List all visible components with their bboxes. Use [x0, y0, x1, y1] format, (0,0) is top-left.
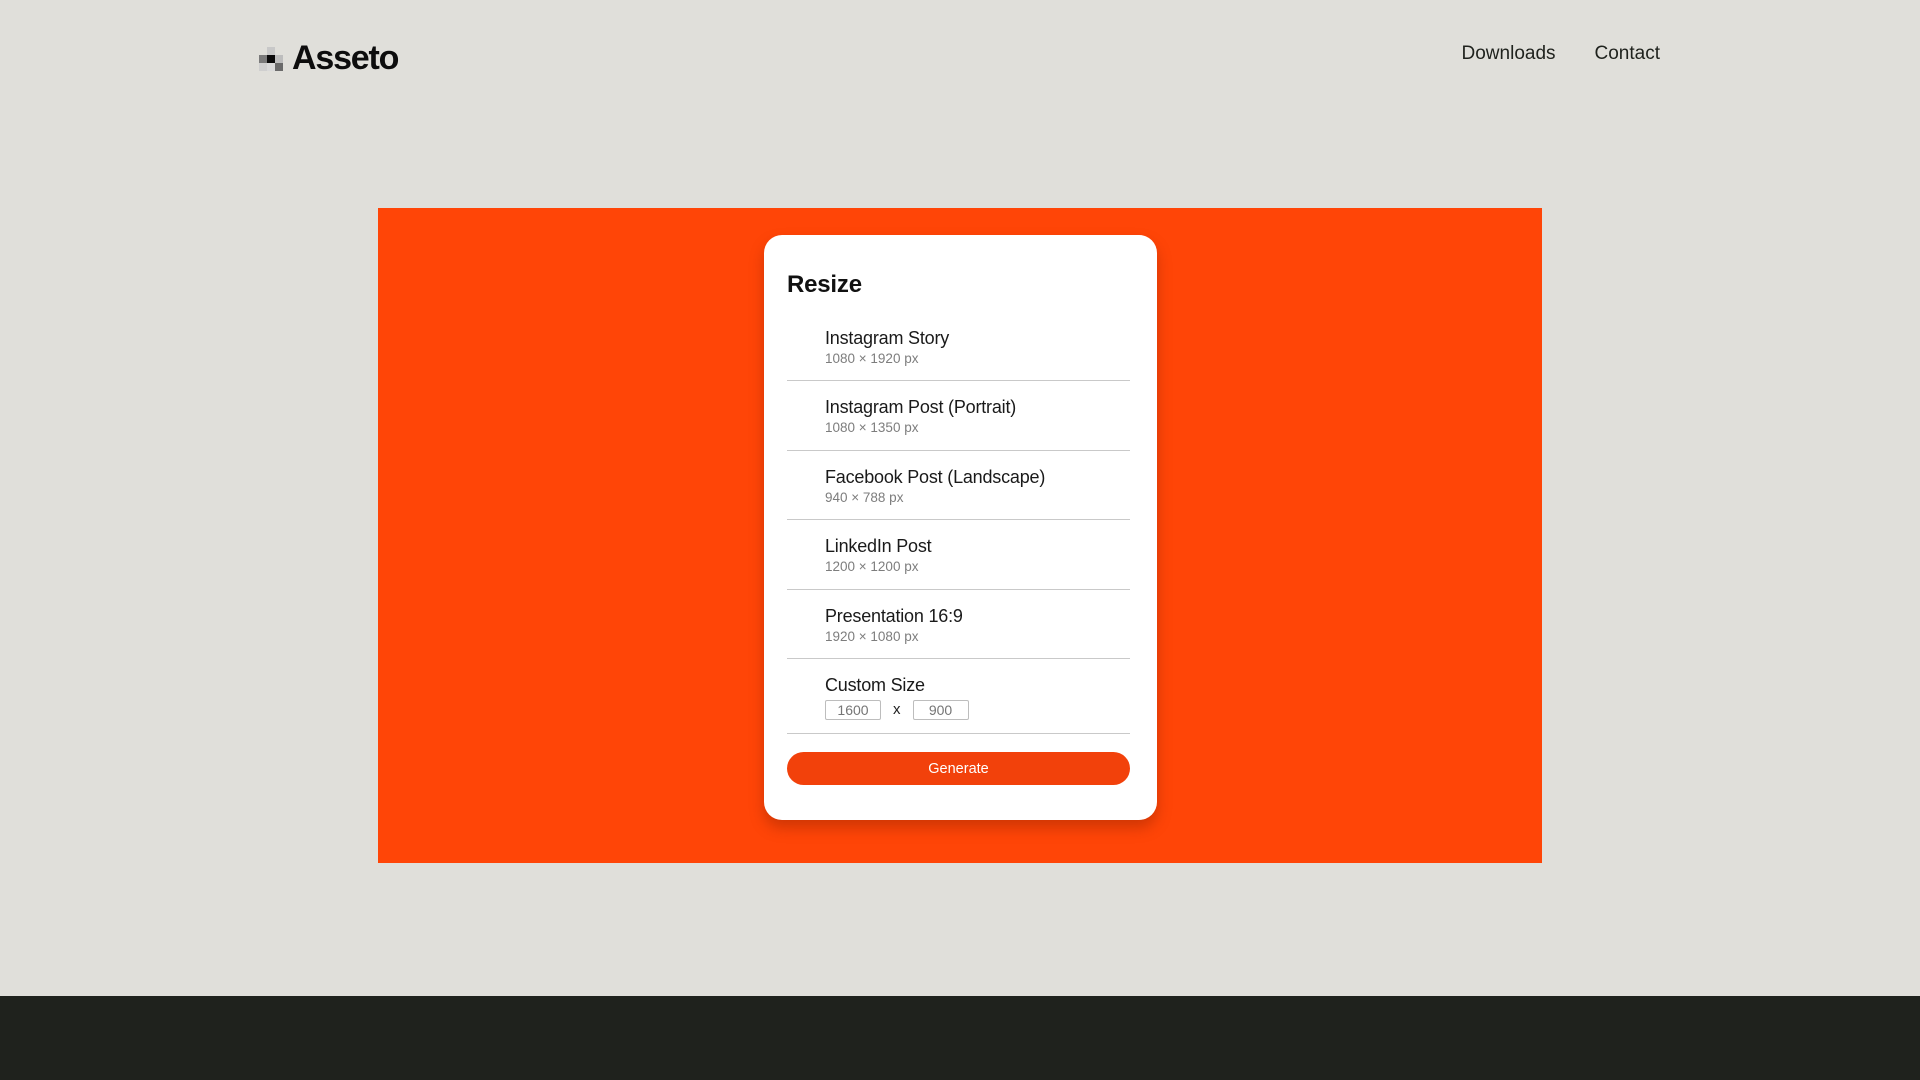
preset-size: 1080 × 1920 px: [825, 351, 919, 366]
custom-size-option[interactable]: Custom Size x: [787, 659, 1130, 734]
logo[interactable]: Asseto: [259, 39, 399, 77]
preset-option[interactable]: Instagram Story 1080 × 1920 px: [787, 312, 1130, 382]
resize-card: Resize Instagram Story 1080 × 1920 px In…: [764, 235, 1157, 820]
card-title: Resize: [787, 271, 862, 298]
pixel-logo-icon: [259, 47, 284, 72]
preset-list: Instagram Story 1080 × 1920 px Instagram…: [787, 312, 1130, 734]
site-header: Asseto Downloads Contact: [0, 0, 1920, 110]
custom-size-inputs: x: [825, 699, 1130, 720]
preset-option[interactable]: Facebook Post (Landscape) 940 × 788 px: [787, 451, 1130, 521]
generate-button[interactable]: Generate: [787, 752, 1130, 785]
preset-size: 1200 × 1200 px: [825, 559, 919, 575]
preset-label: Presentation 16:9: [825, 605, 963, 626]
preset-option[interactable]: Presentation 16:9 1920 × 1080 px: [787, 590, 1130, 659]
preset-option[interactable]: LinkedIn Post 1200 × 1200 px: [787, 520, 1130, 590]
preset-size: 940 × 788 px: [825, 489, 904, 505]
preset-label: Instagram Story: [825, 328, 950, 348]
custom-size-label: Custom Size: [825, 674, 925, 695]
preset-label: Instagram Post (Portrait): [825, 397, 1017, 418]
preset-size: 1920 × 1080 px: [825, 628, 919, 644]
preset-option[interactable]: Instagram Post (Portrait) 1080 × 1350 px: [787, 381, 1130, 451]
preset-size: 1080 × 1350 px: [825, 420, 919, 436]
custom-height-input[interactable]: [912, 699, 969, 720]
custom-width-input[interactable]: [825, 699, 881, 720]
dimension-separator: x: [893, 701, 901, 719]
brand-name: Asseto: [292, 39, 399, 77]
site-footer: [0, 996, 1920, 1080]
nav-contact-link[interactable]: Contact: [1595, 42, 1660, 66]
preset-label: Facebook Post (Landscape): [825, 466, 1046, 487]
main-nav: Downloads Contact: [1462, 42, 1660, 66]
nav-downloads-link[interactable]: Downloads: [1462, 42, 1556, 66]
preset-label: LinkedIn Post: [825, 536, 932, 557]
